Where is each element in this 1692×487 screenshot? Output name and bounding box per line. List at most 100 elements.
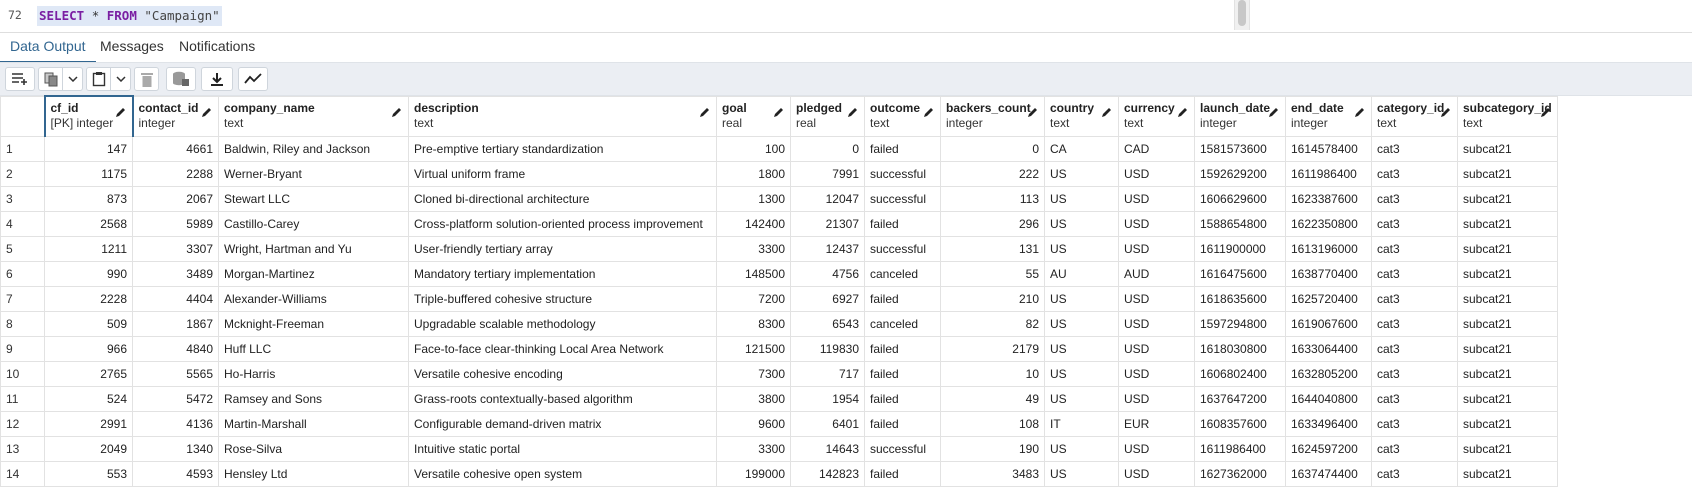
cell-goal[interactable]: 3300	[716, 435, 791, 462]
save-data-button[interactable]	[166, 67, 196, 91]
cell-outcome[interactable]: failed	[864, 460, 941, 487]
cell-company-name[interactable]: Ramsey and Sons	[218, 385, 409, 412]
cell-subcategory-id[interactable]: subcat21	[1457, 185, 1558, 212]
table-row[interactable]: 14 553 4593 Hensley Ltd Versatile cohesive o…	[0, 460, 1558, 487]
cell-backers-count[interactable]: 0	[940, 135, 1045, 162]
cell-end-date[interactable]: 1625720400	[1285, 285, 1372, 312]
row-number[interactable]: 11	[0, 385, 45, 412]
cell-description[interactable]: User-friendly tertiary array	[408, 235, 717, 262]
cell-category-id[interactable]: cat3	[1371, 335, 1458, 362]
column-header-company-name[interactable]: company_name text	[218, 95, 409, 137]
cell-cf-id[interactable]: 873	[44, 185, 133, 212]
cell-category-id[interactable]: cat3	[1371, 235, 1458, 262]
cell-backers-count[interactable]: 296	[940, 210, 1045, 237]
edit-pencil-icon[interactable]	[115, 107, 126, 118]
cell-backers-count[interactable]: 2179	[940, 335, 1045, 362]
row-number[interactable]: 3	[0, 185, 45, 212]
edit-pencil-icon[interactable]	[923, 107, 934, 118]
cell-subcategory-id[interactable]: subcat21	[1457, 285, 1558, 312]
add-row-button[interactable]	[5, 67, 35, 91]
editor-scrollbar[interactable]	[1234, 0, 1250, 30]
cell-contact-id[interactable]: 4593	[132, 460, 219, 487]
cell-description[interactable]: Cloned bi-directional architecture	[408, 185, 717, 212]
edit-pencil-icon[interactable]	[1354, 107, 1365, 118]
graph-visualiser-button[interactable]	[238, 67, 268, 91]
cell-pledged[interactable]: 21307	[790, 210, 865, 237]
cell-country[interactable]: US	[1044, 360, 1119, 387]
column-header-goal[interactable]: goal real	[716, 95, 791, 137]
tab-messages[interactable]: Messages	[100, 38, 164, 54]
copy-options-dropdown[interactable]	[63, 67, 83, 91]
edit-pencil-icon[interactable]	[1027, 107, 1038, 118]
cell-category-id[interactable]: cat3	[1371, 435, 1458, 462]
cell-country[interactable]: IT	[1044, 410, 1119, 437]
row-number[interactable]: 8	[0, 310, 45, 337]
tab-notifications[interactable]: Notifications	[179, 38, 255, 54]
cell-country[interactable]: CA	[1044, 135, 1119, 162]
tab-data-output[interactable]: Data Output	[10, 38, 86, 54]
cell-subcategory-id[interactable]: subcat21	[1457, 360, 1558, 387]
cell-currency[interactable]: USD	[1118, 235, 1195, 262]
cell-description[interactable]: Pre-emptive tertiary standardization	[408, 135, 717, 162]
cell-company-name[interactable]: Rose-Silva	[218, 435, 409, 462]
cell-cf-id[interactable]: 2991	[44, 410, 133, 437]
cell-category-id[interactable]: cat3	[1371, 160, 1458, 187]
cell-outcome[interactable]: successful	[864, 160, 941, 187]
download-button[interactable]	[201, 67, 233, 91]
cell-goal[interactable]: 100	[716, 135, 791, 162]
cell-backers-count[interactable]: 131	[940, 235, 1045, 262]
cell-launch-date[interactable]: 1606802400	[1194, 360, 1286, 387]
row-number[interactable]: 7	[0, 285, 45, 312]
sql-query-text[interactable]: SELECT * FROM "Campaign"	[37, 6, 222, 26]
cell-contact-id[interactable]: 3489	[132, 260, 219, 287]
table-row[interactable]: 10 2765 5565 Ho-Harris Versatile cohesive en…	[0, 360, 1558, 387]
cell-contact-id[interactable]: 5989	[132, 210, 219, 237]
cell-end-date[interactable]: 1622350800	[1285, 210, 1372, 237]
table-row[interactable]: 3 873 2067 Stewart LLC Cloned bi-directional…	[0, 185, 1558, 212]
cell-cf-id[interactable]: 553	[44, 460, 133, 487]
cell-outcome[interactable]: failed	[864, 385, 941, 412]
cell-description[interactable]: Grass-roots contextually-based algorithm	[408, 385, 717, 412]
cell-goal[interactable]: 1300	[716, 185, 791, 212]
cell-subcategory-id[interactable]: subcat21	[1457, 310, 1558, 337]
column-header-description[interactable]: description text	[408, 95, 717, 137]
cell-goal[interactable]: 3300	[716, 235, 791, 262]
cell-description[interactable]: Cross-platform solution-oriented process…	[408, 210, 717, 237]
cell-currency[interactable]: AUD	[1118, 260, 1195, 287]
column-header-contact-id[interactable]: contact_id integer	[132, 95, 219, 137]
cell-launch-date[interactable]: 1618635600	[1194, 285, 1286, 312]
row-number[interactable]: 4	[0, 210, 45, 237]
cell-launch-date[interactable]: 1597294800	[1194, 310, 1286, 337]
cell-launch-date[interactable]: 1637647200	[1194, 385, 1286, 412]
cell-launch-date[interactable]: 1606629600	[1194, 185, 1286, 212]
cell-company-name[interactable]: Baldwin, Riley and Jackson	[218, 135, 409, 162]
delete-button[interactable]	[134, 67, 159, 91]
cell-subcategory-id[interactable]: subcat21	[1457, 260, 1558, 287]
column-header-cf-id[interactable]: cf_id [PK] integer	[43, 95, 134, 137]
cell-description[interactable]: Versatile cohesive encoding	[408, 360, 717, 387]
cell-contact-id[interactable]: 3307	[132, 235, 219, 262]
cell-backers-count[interactable]: 3483	[940, 460, 1045, 487]
cell-pledged[interactable]: 6401	[790, 410, 865, 437]
cell-end-date[interactable]: 1623387600	[1285, 185, 1372, 212]
cell-goal[interactable]: 3800	[716, 385, 791, 412]
table-row[interactable]: 5 1211 3307 Wright, Hartman and Yu User-frie…	[0, 235, 1558, 262]
table-row[interactable]: 11 524 5472 Ramsey and Sons Grass-roots cont…	[0, 385, 1558, 412]
cell-end-date[interactable]: 1613196000	[1285, 235, 1372, 262]
cell-outcome[interactable]: failed	[864, 210, 941, 237]
cell-contact-id[interactable]: 2288	[132, 160, 219, 187]
cell-goal[interactable]: 121500	[716, 335, 791, 362]
cell-description[interactable]: Intuitive static portal	[408, 435, 717, 462]
cell-country[interactable]: AU	[1044, 260, 1119, 287]
paste-button[interactable]	[86, 67, 111, 91]
cell-end-date[interactable]: 1637474400	[1285, 460, 1372, 487]
column-header-currency[interactable]: currency text	[1118, 95, 1195, 137]
cell-launch-date[interactable]: 1611986400	[1194, 435, 1286, 462]
cell-country[interactable]: US	[1044, 335, 1119, 362]
cell-country[interactable]: US	[1044, 210, 1119, 237]
edit-pencil-icon[interactable]	[699, 107, 710, 118]
cell-currency[interactable]: USD	[1118, 385, 1195, 412]
cell-pledged[interactable]: 142823	[790, 460, 865, 487]
cell-currency[interactable]: EUR	[1118, 410, 1195, 437]
cell-subcategory-id[interactable]: subcat21	[1457, 335, 1558, 362]
